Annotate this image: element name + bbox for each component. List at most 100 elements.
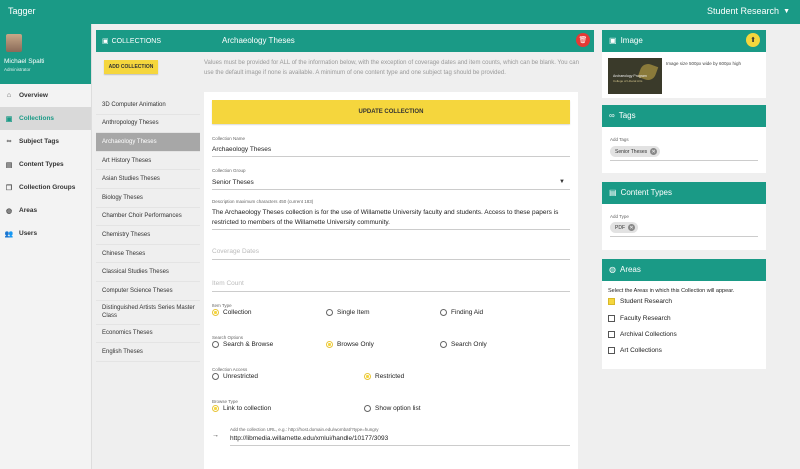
add-collection-button[interactable]: ADD COLLECTION [104, 60, 158, 74]
image-panel-title: ▣ Image [609, 36, 643, 45]
types-underline [610, 236, 758, 237]
collections-main: ADD COLLECTION Values must be provided f… [96, 52, 594, 469]
user-role: Administrator [4, 67, 31, 72]
nav-item-subject-tags[interactable]: ∞ Subject Tags [0, 130, 91, 153]
caret-down-icon[interactable]: ▼ [559, 179, 565, 185]
remove-type-icon[interactable]: ✕ [628, 224, 635, 231]
radio-unchecked-icon [440, 309, 447, 316]
collection-list-item[interactable]: Anthropology Theses [96, 115, 200, 134]
collection-list-item[interactable]: English Theses [96, 343, 200, 362]
collection-list-item-active[interactable]: Archaeology Theses [96, 133, 200, 152]
area-checkbox-art-collections[interactable]: Art Collections [608, 347, 662, 354]
coverage-dates-field[interactable]: Coverage Dates [212, 248, 259, 255]
nav-item-label: Users [19, 230, 38, 237]
area-checkbox-student-research[interactable]: Student Research [608, 298, 672, 305]
collection-list-item[interactable]: Art History Theses [96, 152, 200, 171]
collection-name-underline [212, 156, 570, 157]
collection-url-field[interactable]: http://libmedia.willamette.edu/xmlui/han… [230, 435, 388, 442]
area-label: Faculty Research [620, 315, 671, 322]
link-icon: ∞ [609, 111, 615, 120]
show-option-list-radio[interactable]: Show option list [364, 405, 421, 412]
nav-item-label: Collections [19, 115, 55, 122]
item-type-collection-radio[interactable]: Collection [212, 309, 252, 316]
collection-list-item[interactable]: Computer Science Theses [96, 282, 200, 301]
arrow-right-icon: → [212, 432, 219, 439]
url-label: Add the collection URL, e.g.: http://hos… [230, 427, 379, 432]
avatar [6, 34, 22, 52]
image-panel-header: ▣ Image ⬆ [602, 30, 766, 52]
radio-label: Search Only [451, 341, 487, 348]
radio-unchecked-icon [212, 373, 219, 380]
nav-item-collections[interactable]: ▣ Collections [0, 107, 91, 130]
collection-list-item[interactable]: Chemistry Theses [96, 226, 200, 245]
collection-title: Archaeology Theses [222, 36, 295, 45]
upload-icon: ⬆ [750, 37, 756, 44]
collection-list-item[interactable]: Economics Theses [96, 325, 200, 344]
coverage-dates-underline [212, 259, 570, 260]
thumb-subtitle: College of Liberal Arts [613, 79, 643, 83]
search-only-radio[interactable]: Search Only [440, 341, 487, 348]
description-underline [212, 229, 570, 230]
radio-checked-icon [364, 373, 371, 380]
image-icon: ▣ [609, 36, 617, 45]
collection-list-item[interactable]: 3D Computer Animation [96, 96, 200, 115]
collection-group-label: Collection Group [212, 168, 246, 173]
image-size-info: Image size 500px wide by 600px high [666, 61, 742, 66]
nav-item-content-types[interactable]: ▤ Content Types [0, 153, 91, 176]
radio-label: Link to collection [223, 405, 272, 412]
add-type-label: Add Type [610, 214, 629, 219]
area-checkbox-archival-collections[interactable]: Archival Collections [608, 331, 677, 338]
add-tags-label: Add Tags [610, 137, 629, 142]
restricted-radio[interactable]: Restricted [364, 373, 404, 380]
link-to-collection-radio[interactable]: Link to collection [212, 405, 271, 412]
nav-item-label: Content Types [19, 161, 64, 168]
item-count-field[interactable]: Item Count [212, 280, 244, 287]
collection-name-field[interactable]: Archaeology Theses [212, 146, 271, 153]
collection-groups-icon: ❐ [5, 184, 13, 192]
radio-unchecked-icon [364, 405, 371, 412]
radio-unchecked-icon [440, 341, 447, 348]
collections-icon: ▣ [102, 38, 109, 45]
content-type-chip-label: PDF [615, 224, 625, 231]
form-notice: Values must be provided for ALL of the i… [204, 60, 579, 76]
description-field[interactable]: The Archaeology Theses collection is for… [212, 208, 570, 228]
remove-tag-icon[interactable]: ✕ [650, 148, 658, 155]
area-checkbox-faculty-research[interactable]: Faculty Research [608, 315, 671, 322]
content-types-icon: ▤ [5, 161, 13, 169]
item-type-single-item-radio[interactable]: Single Item [326, 309, 370, 316]
home-icon: ⌂ [6, 92, 12, 99]
collection-list-item[interactable]: Biology Theses [96, 189, 200, 208]
collection-list-item[interactable]: Asian Studies Theses [96, 170, 200, 189]
collections-header-label: ▣ COLLECTIONS [102, 37, 161, 46]
radio-unchecked-icon [326, 309, 333, 316]
radio-label: Search & Browse [223, 341, 274, 348]
user-card: Michael Spalti Administrator [0, 24, 91, 84]
search-browse-radio[interactable]: Search & Browse [212, 341, 273, 348]
nav-item-overview[interactable]: ⌂ Overview [0, 84, 91, 107]
tag-chip-label: Senior Theses [615, 148, 648, 155]
tags-panel-title-text: Tags [618, 111, 636, 120]
areas-panel-header: ◍ Areas [602, 259, 766, 281]
upload-image-button[interactable]: ⬆ [746, 33, 760, 47]
content-types-panel-header: ▤ Content Types [602, 182, 766, 204]
description-label: Description maximum characters 450 (curr… [212, 199, 314, 204]
update-collection-button[interactable]: UPDATE COLLECTION [212, 100, 570, 124]
collection-list-item[interactable]: Distinguished Artists Series Master Clas… [96, 301, 200, 325]
nav-item-areas[interactable]: ◍ Areas [0, 199, 91, 222]
collection-list-item[interactable]: Chamber Choir Performances [96, 208, 200, 227]
radio-unchecked-icon [212, 341, 219, 348]
collection-group-select[interactable]: Senior Theses [212, 179, 254, 186]
nav-item-users[interactable]: 👥 Users [0, 222, 91, 245]
nav-item-collection-groups[interactable]: ❐ Collection Groups [0, 176, 91, 199]
tag-chip: Senior Theses ✕ [610, 146, 661, 157]
delete-collection-button[interactable]: 🗑 [576, 33, 590, 47]
collection-list-item[interactable]: Classical Studies Theses [96, 263, 200, 282]
unrestricted-radio[interactable]: Unrestricted [212, 373, 258, 380]
radio-label: Unrestricted [223, 373, 259, 380]
collection-list-item[interactable]: Chinese Theses [96, 245, 200, 264]
site-selector[interactable]: Student Research ▼ [707, 6, 790, 16]
item-type-finding-aid-radio[interactable]: Finding Aid [440, 309, 483, 316]
collections-icon: ▣ [5, 115, 13, 123]
browse-only-radio[interactable]: Browse Only [326, 341, 374, 348]
checkbox-unchecked-icon [608, 331, 615, 338]
